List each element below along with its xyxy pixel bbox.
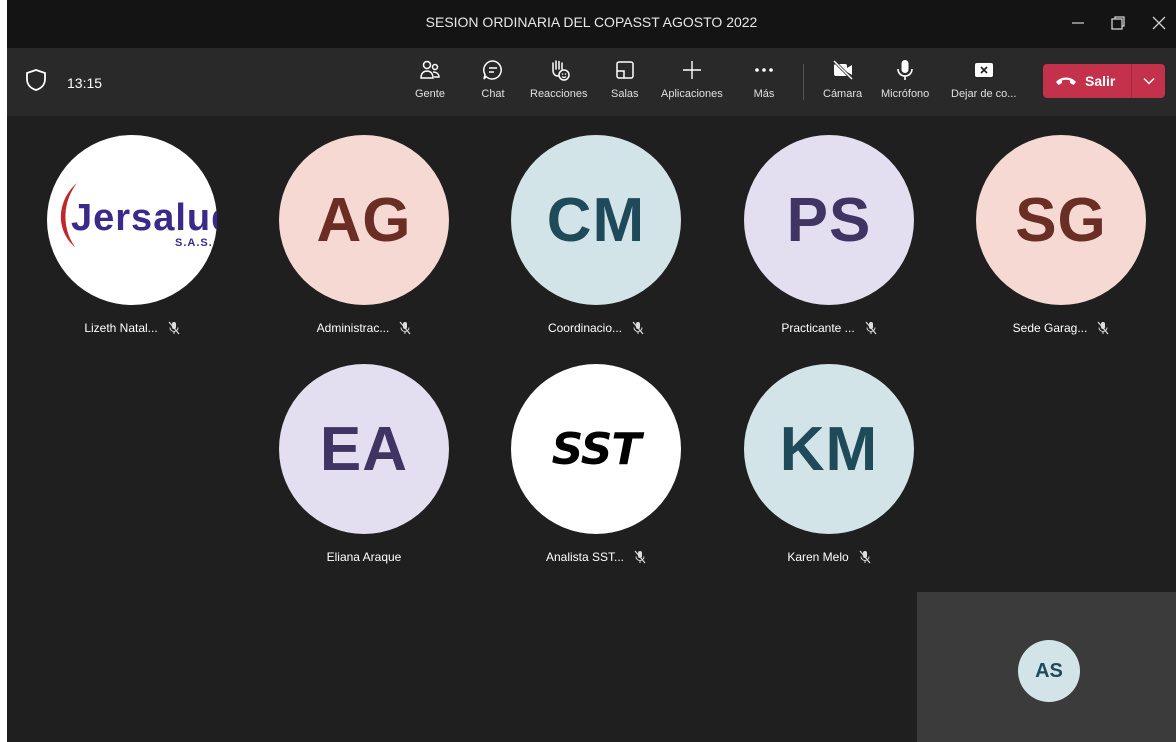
plus-icon bbox=[682, 61, 701, 79]
camera-button[interactable]: Cámara bbox=[823, 58, 862, 110]
participant-tile[interactable]: AG Administrac... bbox=[279, 135, 449, 335]
avatar: SG bbox=[976, 135, 1146, 305]
participant-name-row: Eliana Araque bbox=[279, 550, 449, 564]
stop-sharing-button[interactable]: Dejar de co... bbox=[951, 58, 1016, 110]
participant-name-row: Karen Melo bbox=[744, 550, 914, 564]
leave-label: Salir bbox=[1085, 73, 1116, 89]
close-icon bbox=[1152, 16, 1166, 30]
reactions-label: Reacciones bbox=[530, 88, 588, 100]
camera-label: Cámara bbox=[823, 88, 863, 100]
mic-muted-icon bbox=[865, 321, 877, 335]
jersalud-logo: Jersalud S.A.S. bbox=[60, 183, 217, 249]
camera-off-icon bbox=[832, 59, 853, 81]
teams-meeting-window: SESION ORDINARIA DEL COPASST AGOSTO 2022… bbox=[7, 0, 1176, 742]
participant-name: Karen Melo bbox=[787, 550, 849, 564]
mic-muted-icon bbox=[399, 321, 411, 335]
microphone-button[interactable]: Micrófono bbox=[881, 58, 929, 110]
avatar: Jersalud S.A.S. bbox=[47, 135, 217, 305]
more-icon bbox=[755, 68, 773, 72]
participant-tile[interactable]: SG Sede Garag... bbox=[976, 135, 1146, 335]
participant-name-row: Practicante ... bbox=[744, 321, 914, 335]
self-avatar: AS bbox=[1018, 640, 1080, 702]
minimize-icon bbox=[1072, 22, 1084, 24]
avatar: SST bbox=[511, 364, 681, 534]
chat-icon bbox=[483, 60, 502, 80]
participant-name: Coordinacio... bbox=[547, 321, 623, 335]
participant-name-row: Coordinacio... bbox=[511, 321, 681, 335]
people-icon bbox=[420, 60, 440, 79]
logo-text: SST bbox=[552, 424, 645, 475]
participant-tile[interactable]: SST Analista SST... bbox=[511, 364, 681, 564]
more-button[interactable]: Más bbox=[752, 58, 776, 110]
chat-label: Chat bbox=[481, 88, 505, 100]
chat-button[interactable]: Chat bbox=[481, 58, 505, 110]
meeting-toolbar: 13:15 Gente Chat Reacciones Salas Aplica… bbox=[7, 48, 1176, 116]
stop-share-icon bbox=[974, 63, 993, 77]
leave-options-button[interactable] bbox=[1132, 77, 1165, 85]
reactions-button[interactable]: Reacciones bbox=[530, 58, 587, 110]
chevron-down-icon bbox=[1142, 77, 1155, 85]
shield-icon[interactable] bbox=[25, 68, 47, 92]
mic-muted-icon bbox=[859, 550, 871, 564]
toolbar-divider bbox=[803, 64, 804, 100]
mic-muted-icon bbox=[634, 550, 646, 564]
logo-text: Jersalud bbox=[71, 197, 217, 239]
avatar: KM bbox=[744, 364, 914, 534]
participant-name: Sede Garag... bbox=[1012, 321, 1088, 335]
stop-sharing-label: Dejar de co... bbox=[951, 88, 1017, 100]
more-label: Más bbox=[753, 88, 775, 100]
participant-name-row: Lizeth Natal... bbox=[47, 321, 217, 335]
participant-name: Administrac... bbox=[316, 321, 390, 335]
reactions-icon bbox=[551, 60, 570, 81]
leave-button-group: Salir bbox=[1043, 64, 1165, 98]
title-bar: SESION ORDINARIA DEL COPASST AGOSTO 2022 bbox=[7, 0, 1176, 48]
rooms-label: Salas bbox=[611, 88, 639, 100]
sst-logo: SST bbox=[552, 424, 646, 475]
mic-muted-icon bbox=[1097, 321, 1109, 335]
minimize-button[interactable] bbox=[1063, 8, 1093, 38]
logo-subtext: S.A.S. bbox=[175, 237, 213, 249]
maximize-button[interactable] bbox=[1103, 8, 1133, 38]
rooms-icon bbox=[616, 61, 634, 79]
meeting-time: 13:15 bbox=[67, 75, 103, 91]
avatar: AG bbox=[279, 135, 449, 305]
apps-label: Aplicaciones bbox=[661, 88, 723, 100]
microphone-label: Micrófono bbox=[881, 88, 930, 100]
microphone-icon bbox=[897, 60, 913, 80]
mic-muted-icon bbox=[632, 321, 644, 335]
mic-muted-icon bbox=[168, 321, 180, 335]
rooms-button[interactable]: Salas bbox=[611, 58, 639, 110]
participant-tile[interactable]: PS Practicante ... bbox=[744, 135, 914, 335]
avatar: CM bbox=[511, 135, 681, 305]
participant-tile[interactable]: CM Coordinacio... bbox=[511, 135, 681, 335]
leave-button[interactable]: Salir bbox=[1043, 64, 1131, 98]
participant-tile[interactable]: KM Karen Melo bbox=[744, 364, 914, 564]
participant-name-row: Administrac... bbox=[279, 321, 449, 335]
participant-name: Lizeth Natal... bbox=[84, 321, 158, 335]
apps-button[interactable]: Aplicaciones bbox=[661, 58, 723, 110]
participant-name: Practicante ... bbox=[781, 321, 855, 335]
participant-name: Eliana Araque bbox=[326, 550, 402, 564]
avatar: EA bbox=[279, 364, 449, 534]
participant-tile[interactable]: EA Eliana Araque bbox=[279, 364, 449, 564]
participant-name: Analista SST... bbox=[545, 550, 625, 564]
participant-name-row: Analista SST... bbox=[511, 550, 681, 564]
people-button[interactable]: Gente bbox=[415, 58, 445, 110]
avatar: PS bbox=[744, 135, 914, 305]
restore-icon bbox=[1111, 16, 1125, 30]
meeting-title: SESION ORDINARIA DEL COPASST AGOSTO 2022 bbox=[425, 14, 758, 30]
participant-name-row: Sede Garag... bbox=[976, 321, 1146, 335]
people-label: Gente bbox=[415, 88, 445, 100]
self-view-tile[interactable]: AS bbox=[917, 592, 1176, 742]
close-button[interactable] bbox=[1144, 8, 1174, 38]
hang-up-icon bbox=[1056, 77, 1076, 85]
participant-tile[interactable]: Jersalud S.A.S. Lizeth Natal... bbox=[47, 135, 217, 335]
